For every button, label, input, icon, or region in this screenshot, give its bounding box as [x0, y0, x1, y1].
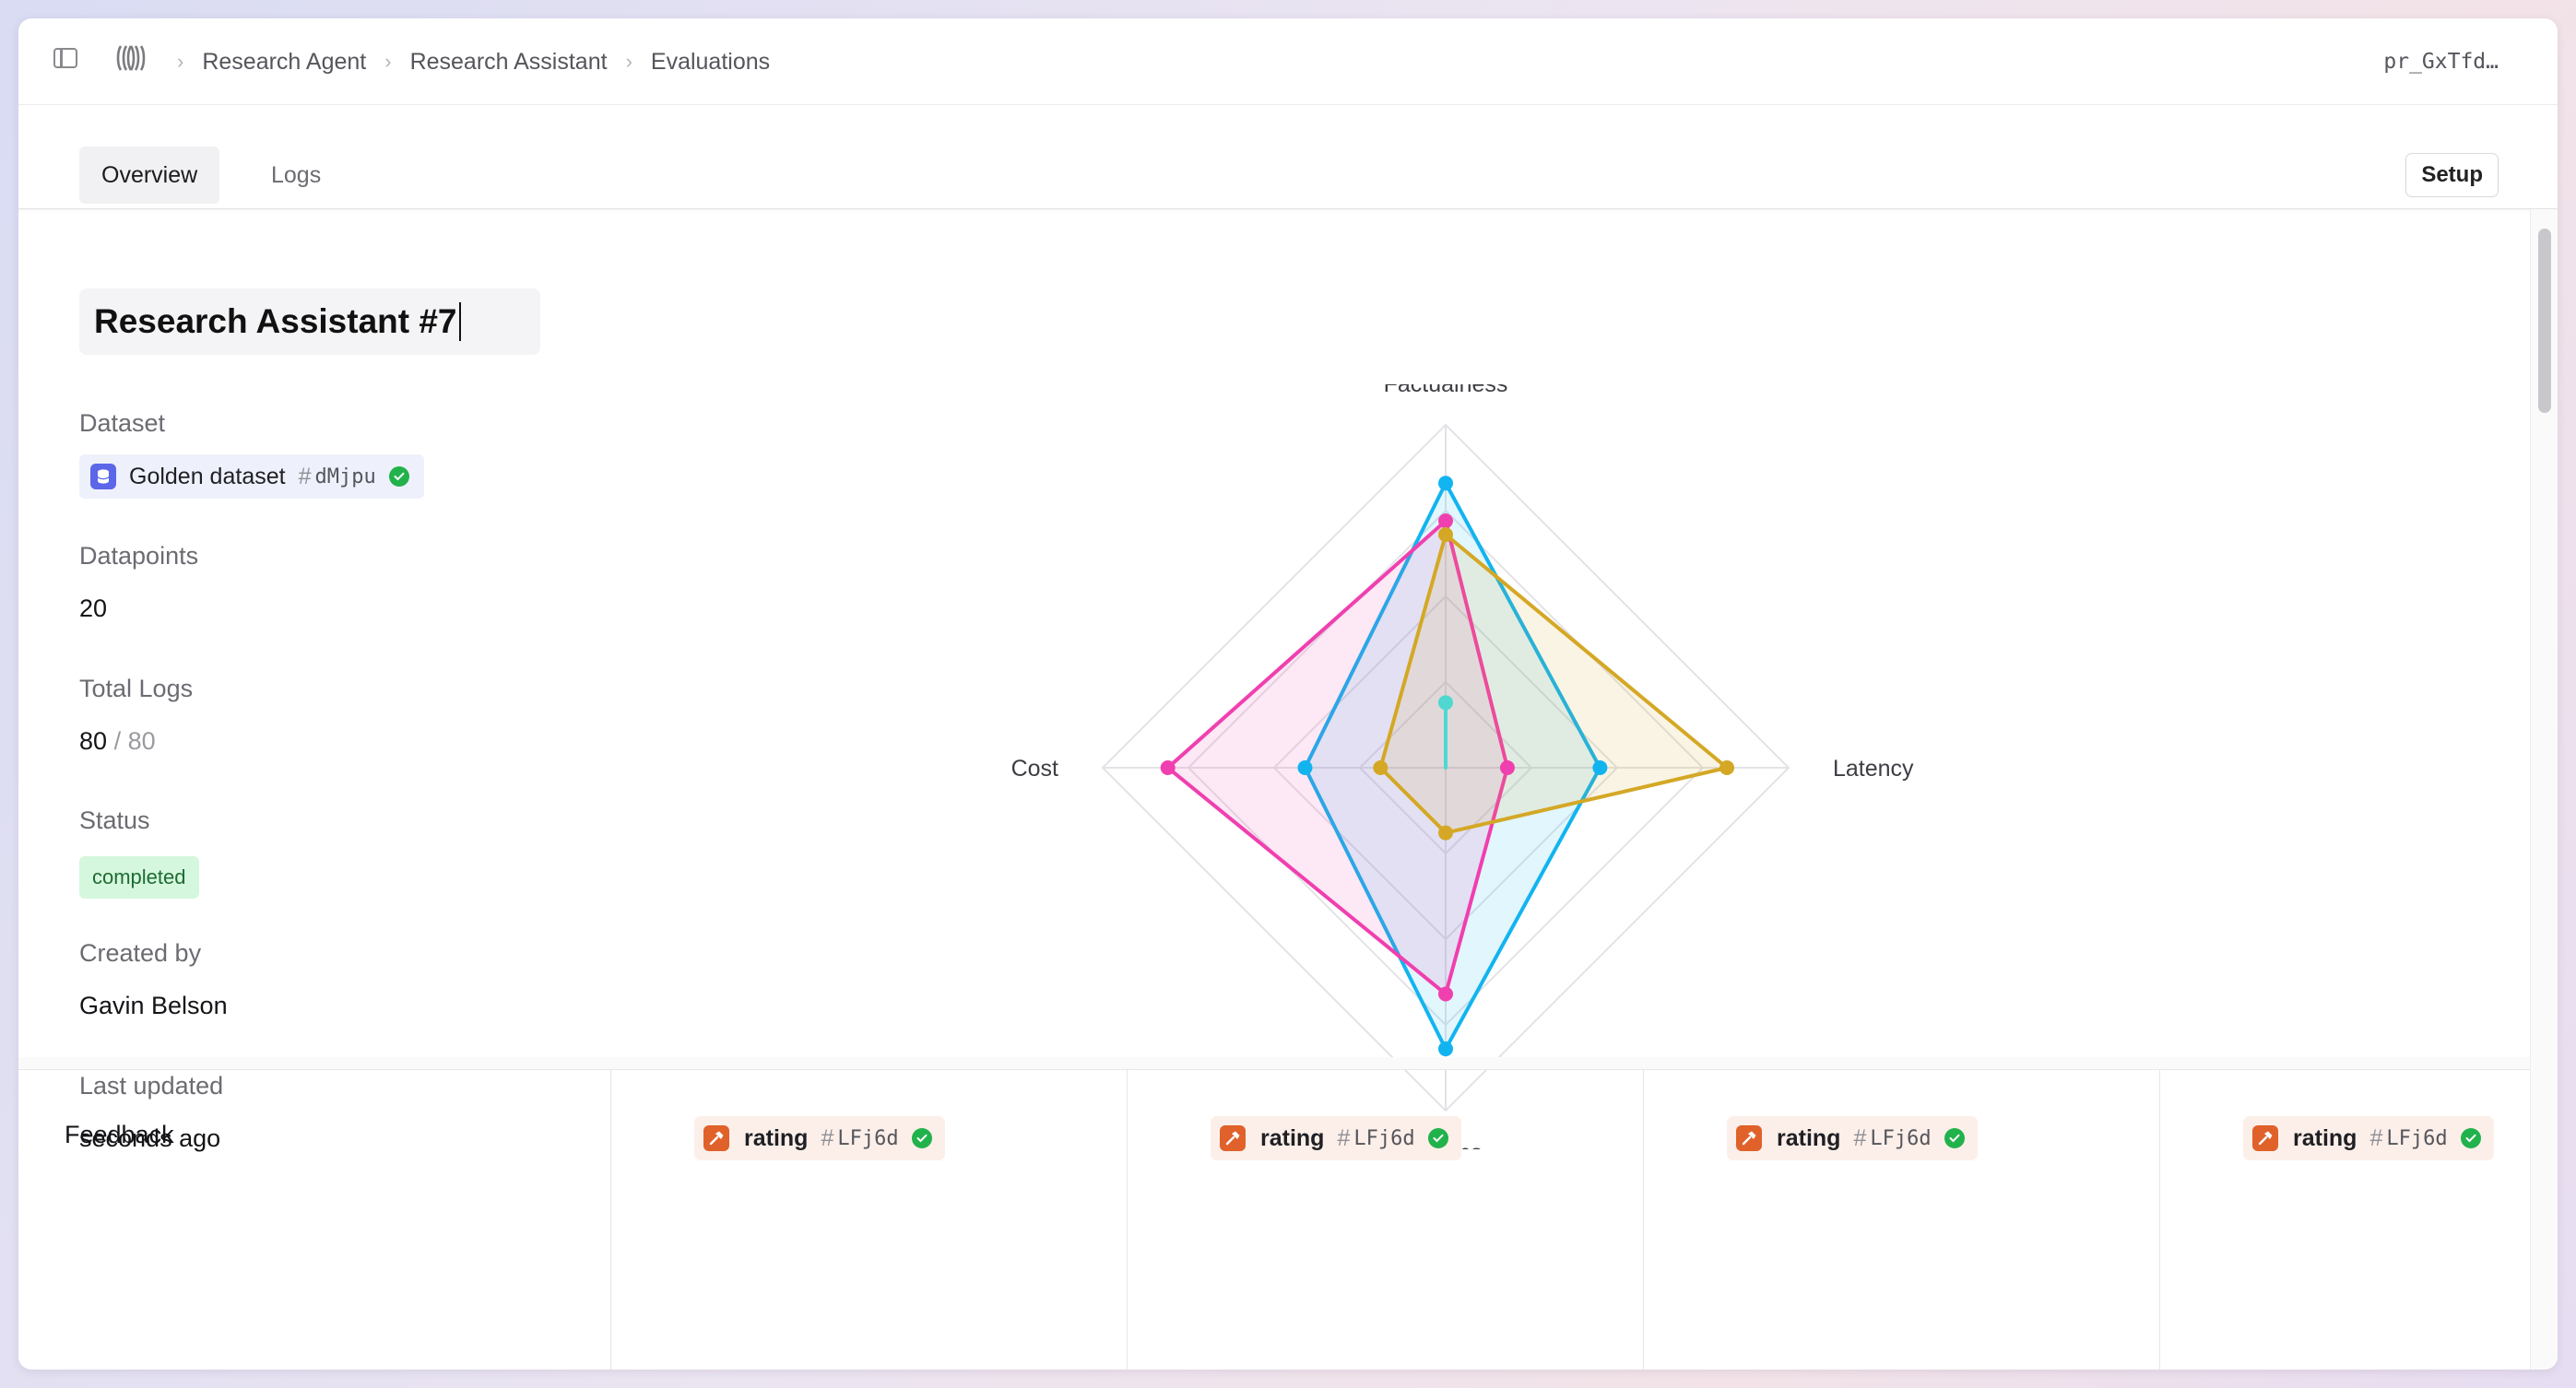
check-circle-icon	[2460, 1128, 2481, 1148]
app-logo-icon[interactable]	[116, 42, 146, 74]
radar-axis-label: Factualness	[1384, 384, 1508, 397]
radar-chart: FactualnessLatencyTokensCost	[1011, 384, 1914, 1149]
radar-data-point	[1438, 986, 1453, 1002]
dataset-label: Dataset	[79, 409, 166, 437]
dataset-chip[interactable]: Golden dataset # dMjpu	[79, 454, 424, 499]
datapoints-value: 20	[79, 594, 108, 622]
scrollbar-thumb[interactable]	[2538, 229, 2551, 413]
api-key[interactable]: pr_GxTfd…	[2383, 18, 2499, 105]
rating-name: rating	[1777, 1124, 1841, 1151]
feedback-label: Feedback	[65, 1121, 174, 1148]
radar-data-point	[1438, 1041, 1453, 1057]
rating-id: LFj6d	[2386, 1126, 2448, 1150]
dataset-id: dMjpu	[314, 465, 376, 488]
tab-bar: Overview Logs Setup	[18, 105, 2558, 209]
rating-name: rating	[2293, 1124, 2357, 1151]
radar-series-area	[1378, 533, 1730, 835]
app-window: › Research Agent › Research Assistant › …	[18, 18, 2558, 1370]
feedback-column: rating # LFj6d	[610, 1070, 1127, 1370]
setup-button[interactable]: Setup	[2405, 153, 2499, 197]
radar-data-point	[1592, 760, 1608, 775]
radar-data-point	[1438, 476, 1453, 491]
radar-data-point	[1438, 513, 1453, 529]
chevron-right-icon: ›	[625, 50, 632, 73]
rating-chip[interactable]: rating # LFj6d	[694, 1116, 945, 1160]
total-logs-count: 80	[79, 727, 108, 755]
radar-data-point	[1719, 760, 1735, 775]
hash-symbol: #	[298, 463, 312, 489]
tab-overview[interactable]: Overview	[79, 147, 220, 204]
breadcrumb-project[interactable]: Research Agent	[202, 49, 366, 76]
radar-axis-label: Latency	[1833, 756, 1914, 782]
total-logs-total: / 80	[113, 727, 156, 755]
created-by-value: Gavin Belson	[79, 992, 228, 1019]
created-by-label: Created by	[79, 939, 202, 967]
evaluation-title-input[interactable]: Research Assistant #7	[79, 288, 540, 355]
radar-data-point	[1160, 760, 1176, 775]
check-circle-icon	[1427, 1128, 1448, 1148]
hash-symbol: #	[821, 1124, 834, 1151]
hash-symbol: #	[2369, 1124, 2383, 1151]
check-circle-icon	[1944, 1128, 1965, 1148]
rating-chip[interactable]: rating # LFj6d	[1727, 1116, 1978, 1160]
top-bar: › Research Agent › Research Assistant › …	[18, 18, 2558, 105]
chevron-right-icon: ›	[384, 50, 392, 73]
rating-name: rating	[1260, 1124, 1325, 1151]
breadcrumb-evaluations[interactable]: Evaluations	[651, 49, 770, 76]
rating-id: LFj6d	[1353, 1126, 1415, 1150]
check-circle-icon	[388, 466, 409, 487]
radar-data-point	[1438, 695, 1453, 711]
total-logs-label: Total Logs	[79, 675, 194, 702]
hammer-icon	[1736, 1125, 1762, 1151]
chevron-right-icon: ›	[177, 50, 184, 73]
hash-symbol: #	[1337, 1124, 1351, 1151]
total-logs-value: 80 / 80	[79, 727, 156, 756]
rating-name: rating	[744, 1124, 809, 1151]
rating-id: LFj6d	[837, 1126, 899, 1150]
dataset-name: Golden dataset	[129, 463, 286, 489]
feedback-row: Feedback rating # LFj6d rating # LFj6d rating #…	[18, 1057, 2530, 1370]
radar-data-point	[1499, 760, 1515, 775]
radar-data-point	[1297, 760, 1313, 775]
feedback-column: rating # LFj6d	[2159, 1070, 2530, 1370]
tab-logs[interactable]: Logs	[249, 147, 343, 204]
breadcrumb-prompt[interactable]: Research Assistant	[410, 49, 608, 76]
check-circle-icon	[911, 1128, 932, 1148]
rating-id: LFj6d	[1870, 1126, 1932, 1150]
radar-data-point	[1438, 527, 1453, 543]
radar-data-point	[1438, 825, 1453, 841]
evaluation-title: Research Assistant #7	[94, 302, 457, 340]
rating-chip[interactable]: rating # LFj6d	[2243, 1116, 2494, 1160]
feedback-column: rating # LFj6d	[1643, 1070, 2159, 1370]
status-badge: completed	[79, 856, 199, 899]
sidebar-toggle-icon[interactable]	[53, 48, 77, 68]
hammer-icon	[1220, 1125, 1246, 1151]
hash-symbol: #	[1853, 1124, 1867, 1151]
status-label: Status	[79, 806, 150, 834]
hammer-icon	[2252, 1125, 2278, 1151]
text-caret	[458, 302, 461, 341]
breadcrumb: › Research Agent › Research Assistant › …	[159, 18, 770, 105]
hammer-icon	[703, 1125, 729, 1151]
database-icon	[90, 464, 116, 489]
rating-chip[interactable]: rating # LFj6d	[1211, 1116, 1461, 1160]
feedback-column: rating # LFj6d	[1127, 1070, 1643, 1370]
radar-axis-label: Cost	[1011, 756, 1058, 782]
radar-data-point	[1373, 760, 1388, 775]
datapoints-label: Datapoints	[79, 542, 199, 570]
